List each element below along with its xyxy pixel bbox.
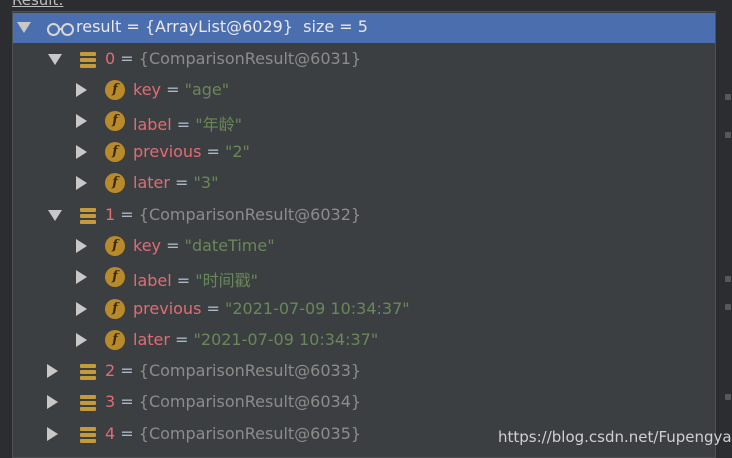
field-value: "3": [193, 173, 219, 192]
equals-sign: =: [169, 330, 194, 349]
field-name: later: [133, 330, 170, 349]
chevron-right-icon[interactable]: [76, 333, 87, 347]
list-item-icon: [80, 52, 96, 68]
tree-row-item-0[interactable]: 0 = {ComparisonResult@6031}: [13, 44, 715, 75]
field-name: label: [133, 271, 172, 290]
equals-sign: =: [171, 115, 196, 134]
field-icon: f: [105, 80, 125, 100]
scroll-gutter[interactable]: [716, 11, 732, 458]
variable-name: 2: [105, 361, 116, 380]
field-name: key: [133, 80, 162, 99]
tree-row-item-3[interactable]: 3 = {ComparisonResult@6034}: [13, 387, 715, 418]
variable-type: {ComparisonResult@6035}: [138, 424, 362, 443]
tree-row-field-later[interactable]: f later = "3": [13, 168, 715, 199]
equals-sign: =: [115, 49, 139, 68]
field-icon: f: [105, 111, 125, 131]
gutter-marker: [725, 394, 731, 400]
equals-sign: =: [115, 361, 139, 380]
equals-sign: =: [115, 424, 139, 443]
gutter-marker: [725, 304, 731, 310]
tree-row-result[interactable]: result = {ArrayList@6029} size = 5: [13, 13, 715, 43]
variable-name: result: [76, 17, 122, 36]
chevron-down-icon[interactable]: [17, 22, 31, 33]
variable-type: {ComparisonResult@6033}: [138, 361, 362, 380]
field-name: previous: [133, 142, 202, 161]
chevron-down-icon[interactable]: [48, 54, 62, 65]
list-item-icon: [80, 364, 96, 380]
tree-row-field-key[interactable]: f key = "age": [13, 75, 715, 106]
watch-glasses-icon: [47, 22, 74, 36]
field-name: previous: [133, 299, 202, 318]
field-icon: f: [105, 267, 125, 287]
field-icon: f: [105, 142, 125, 162]
field-icon: f: [105, 330, 125, 350]
chevron-right-icon[interactable]: [76, 114, 87, 128]
tree-row-field-label[interactable]: f label = "时间戳": [13, 262, 715, 293]
equals-sign: =: [201, 142, 225, 161]
chevron-right-icon[interactable]: [76, 176, 87, 190]
variable-name: 4: [105, 424, 116, 443]
tree-row-item-2[interactable]: 2 = {ComparisonResult@6033}: [13, 356, 715, 387]
variable-type: {ComparisonResult@6031}: [138, 49, 362, 68]
chevron-down-icon[interactable]: [48, 210, 62, 221]
field-value: "2": [224, 142, 250, 161]
field-value: "dateTime": [184, 236, 275, 255]
field-value: "2021-07-09 10:34:37": [224, 299, 410, 318]
tree-row-field-previous[interactable]: f previous = "2021-07-09 10:34:37": [13, 294, 715, 325]
tree-row-field-key[interactable]: f key = "dateTime": [13, 231, 715, 262]
chevron-right-icon[interactable]: [47, 427, 58, 441]
chevron-right-icon[interactable]: [76, 270, 87, 284]
field-value: "时间戳": [195, 271, 259, 290]
chevron-right-icon[interactable]: [76, 83, 87, 97]
equals-sign: =: [161, 236, 185, 255]
variable-name: 3: [105, 392, 116, 411]
field-icon: f: [105, 299, 125, 319]
field-name: label: [133, 115, 172, 134]
variable-type: {ComparisonResult@6032}: [138, 205, 362, 224]
field-name: key: [133, 236, 162, 255]
field-value: "2021-07-09 10:34:37": [193, 330, 379, 349]
chevron-right-icon[interactable]: [47, 395, 58, 409]
field-icon: f: [105, 236, 125, 256]
equals-sign: =: [171, 271, 196, 290]
tree-row-field-later[interactable]: f later = "2021-07-09 10:34:37": [13, 325, 715, 356]
gutter-marker: [725, 94, 731, 100]
tree-row-item-1[interactable]: 1 = {ComparisonResult@6032}: [13, 200, 715, 231]
collection-size: size = 5: [303, 17, 368, 36]
equals-sign: =: [115, 392, 139, 411]
tree-row-field-label[interactable]: f label = "年龄": [13, 106, 715, 137]
chevron-right-icon[interactable]: [47, 364, 58, 378]
gutter-marker: [725, 276, 731, 282]
equals-sign: =: [161, 80, 185, 99]
list-item-icon: [80, 427, 96, 443]
equals-sign: =: [201, 299, 225, 318]
variable-name: 0: [105, 49, 116, 68]
field-value: "age": [184, 80, 230, 99]
list-item-icon: [80, 208, 96, 224]
tree-row-field-previous[interactable]: f previous = "2": [13, 137, 715, 168]
list-item-icon: [80, 395, 96, 411]
chevron-right-icon[interactable]: [76, 145, 87, 159]
equals-sign: =: [115, 205, 139, 224]
result-header-label: Result:: [12, 0, 64, 9]
field-icon: f: [105, 173, 125, 193]
chevron-right-icon[interactable]: [76, 239, 87, 253]
variable-type: {ArrayList@6029}: [144, 17, 293, 36]
variable-type: {ComparisonResult@6034}: [138, 392, 362, 411]
watermark-text: https://blog.csdn.net/Fupengyao: [498, 428, 732, 446]
equals-sign: =: [169, 173, 194, 192]
field-name: later: [133, 173, 170, 192]
variable-name: 1: [105, 205, 116, 224]
chevron-right-icon[interactable]: [76, 302, 87, 316]
gutter-marker: [725, 132, 731, 138]
field-value: "年龄": [195, 115, 243, 134]
equals-sign: =: [121, 17, 145, 36]
